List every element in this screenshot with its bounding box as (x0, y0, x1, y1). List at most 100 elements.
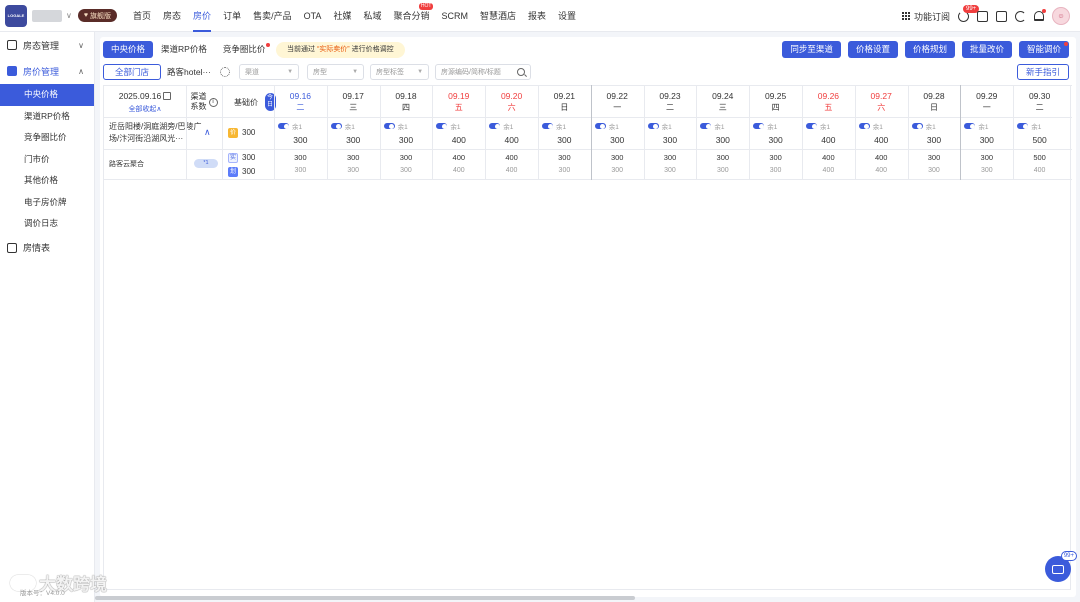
beginner-guide-button[interactable]: 新手指引 (1016, 64, 1069, 80)
availability-toggle-cell[interactable]: 余1 (806, 121, 830, 131)
room-price[interactable]: 400 (485, 135, 538, 145)
availability-toggle-cell[interactable]: 余1 (858, 121, 883, 131)
room-price[interactable]: 300 (749, 135, 802, 145)
day-header[interactable]: 09.19 五 (432, 86, 485, 118)
calendar-icon[interactable] (163, 91, 172, 100)
channel-actual-price[interactable]: 300 (749, 153, 802, 162)
room-search-input[interactable]: 房源编码/简称/标题 (435, 64, 532, 80)
nav-item-8[interactable]: 聚合分销 HOT (387, 0, 435, 32)
horizontal-scrollbar[interactable] (95, 596, 635, 600)
nav-item-11[interactable]: 报表 (522, 0, 552, 32)
channel-actual-price[interactable]: 300 (327, 153, 380, 162)
toggle-switch[interactable] (278, 123, 289, 129)
nav-item-9[interactable]: SCRM (435, 0, 474, 32)
availability-toggle-cell[interactable]: 余1 (436, 121, 461, 131)
tab-1[interactable]: 渠道RP价格 (153, 41, 215, 58)
day-header[interactable]: 09.28 日 (908, 86, 961, 118)
nav-item-6[interactable]: 社媒 (327, 0, 357, 32)
availability-toggle-cell[interactable]: 余1 (647, 121, 672, 131)
nav-item-4[interactable]: 售卖/产品 (247, 0, 298, 32)
channel-actual-price[interactable]: 300 (908, 153, 961, 162)
download-icon[interactable] (977, 10, 988, 22)
channel-actual-price[interactable]: 300 (538, 153, 591, 162)
room-price[interactable]: 300 (380, 135, 433, 145)
action-button-3[interactable]: 批量改价 (961, 41, 1012, 58)
room-price[interactable]: 300 (644, 135, 697, 145)
room-price[interactable]: 300 (591, 135, 644, 145)
sidebar-item-6[interactable]: 调价日志 (0, 213, 94, 235)
availability-toggle-cell[interactable]: 余1 (489, 121, 513, 131)
nav-item-10[interactable]: 智慧酒店 (474, 0, 522, 32)
sidebar-group-room-report[interactable]: 房情表 (0, 235, 94, 261)
toggle-switch[interactable] (700, 123, 712, 129)
tab-0[interactable]: 中央价格 (103, 41, 154, 58)
edit-icon[interactable] (996, 10, 1007, 22)
day-header[interactable]: 09.27 六 (855, 86, 908, 118)
hotel-name-selector[interactable]: 路客hotel··· (167, 66, 217, 78)
toggle-switch[interactable] (647, 123, 659, 129)
sidebar-group-price-management[interactable]: 房价管理 ∧ (0, 58, 94, 84)
channel-actual-price[interactable]: 300 (591, 153, 644, 162)
toggle-switch[interactable] (330, 123, 342, 129)
toggle-switch[interactable] (489, 123, 501, 129)
availability-toggle-cell[interactable]: 余1 (753, 121, 777, 131)
feature-subscription-button[interactable]: 功能订阅 (901, 10, 950, 23)
day-header[interactable]: 09.17 三 (327, 86, 380, 118)
availability-toggle-cell[interactable]: 余1 (542, 121, 566, 131)
app-logo[interactable]: LOGALE (5, 4, 27, 27)
day-header[interactable]: 09.20 六 (485, 86, 538, 118)
sidebar-item-5[interactable]: 电子房价牌 (0, 192, 94, 214)
chevron-down-icon[interactable]: ∨ (66, 11, 72, 20)
channel-actual-price[interactable]: 300 (274, 153, 327, 162)
day-header[interactable]: 09.25 四 (749, 86, 802, 118)
toggle-switch[interactable] (1017, 123, 1029, 129)
room-price[interactable]: 300 (908, 135, 961, 145)
action-button-2[interactable]: 价格规划 (904, 41, 955, 58)
toggle-switch[interactable] (383, 123, 395, 129)
availability-toggle-cell[interactable]: 余1 (383, 121, 408, 131)
gear-icon[interactable] (220, 67, 231, 77)
toggle-switch[interactable] (964, 123, 976, 129)
channel-select[interactable]: 渠道 ▼ (239, 64, 300, 80)
day-header[interactable]: 09.18 四 (380, 86, 433, 118)
action-button-0[interactable]: 同步至渠道 (782, 41, 841, 58)
channel-coef-tag[interactable]: *1 (194, 159, 218, 168)
sidebar-item-2[interactable]: 竞争圈比价 (0, 127, 94, 149)
nav-item-0[interactable]: 首页 (127, 0, 157, 32)
day-header[interactable]: 09.16 二 (274, 86, 327, 118)
sidebar-item-3[interactable]: 门市价 (0, 149, 94, 171)
room-price[interactable]: 300 (696, 135, 749, 145)
store-name-blurred[interactable] (32, 9, 62, 22)
sidebar-item-4[interactable]: 其他价格 (0, 170, 94, 192)
sidebar-group-room-status[interactable]: 房态管理 ∨ (0, 32, 94, 58)
day-header[interactable]: 09.30 二 (1013, 86, 1066, 118)
day-header[interactable]: 09.26 五 (802, 86, 855, 118)
channel-actual-price[interactable]: 300 (380, 153, 433, 162)
refresh-icon[interactable] (1015, 10, 1026, 22)
chevron-up-icon[interactable]: ∧ (204, 127, 211, 138)
search-icon[interactable] (517, 68, 526, 76)
channel-actual-price[interactable]: 400 (485, 153, 538, 162)
channel-actual-price[interactable]: 400 (432, 153, 485, 162)
toggle-switch[interactable] (753, 123, 765, 129)
availability-toggle-cell[interactable]: 余1 (964, 121, 989, 131)
roomtag-select[interactable]: 房型标签 ▼ (370, 64, 430, 80)
roomtype-select[interactable]: 房型 ▼ (307, 64, 365, 80)
room-price[interactable]: 400 (432, 135, 485, 145)
info-icon[interactable]: i (208, 97, 218, 107)
toggle-switch[interactable] (594, 123, 606, 129)
channel-actual-price[interactable]: 500 (1013, 153, 1066, 162)
room-price[interactable]: 300 (538, 135, 591, 145)
toggle-switch[interactable] (911, 123, 923, 129)
channel-actual-price[interactable]: 400 (855, 153, 908, 162)
availability-toggle-cell[interactable]: 余1 (278, 121, 302, 131)
bell-icon[interactable] (1034, 9, 1046, 21)
room-price[interactable]: 400 (855, 135, 908, 145)
sidebar-item-1[interactable]: 渠道RP价格 (0, 106, 94, 128)
toggle-switch[interactable] (806, 123, 817, 129)
day-header[interactable]: 09.24 三 (696, 86, 749, 118)
toggle-switch[interactable] (436, 123, 448, 129)
nav-item-3[interactable]: 订单 (217, 0, 247, 32)
channel-actual-price[interactable]: 300 (696, 153, 749, 162)
sidebar-item-0[interactable]: 中央价格 (0, 84, 94, 106)
